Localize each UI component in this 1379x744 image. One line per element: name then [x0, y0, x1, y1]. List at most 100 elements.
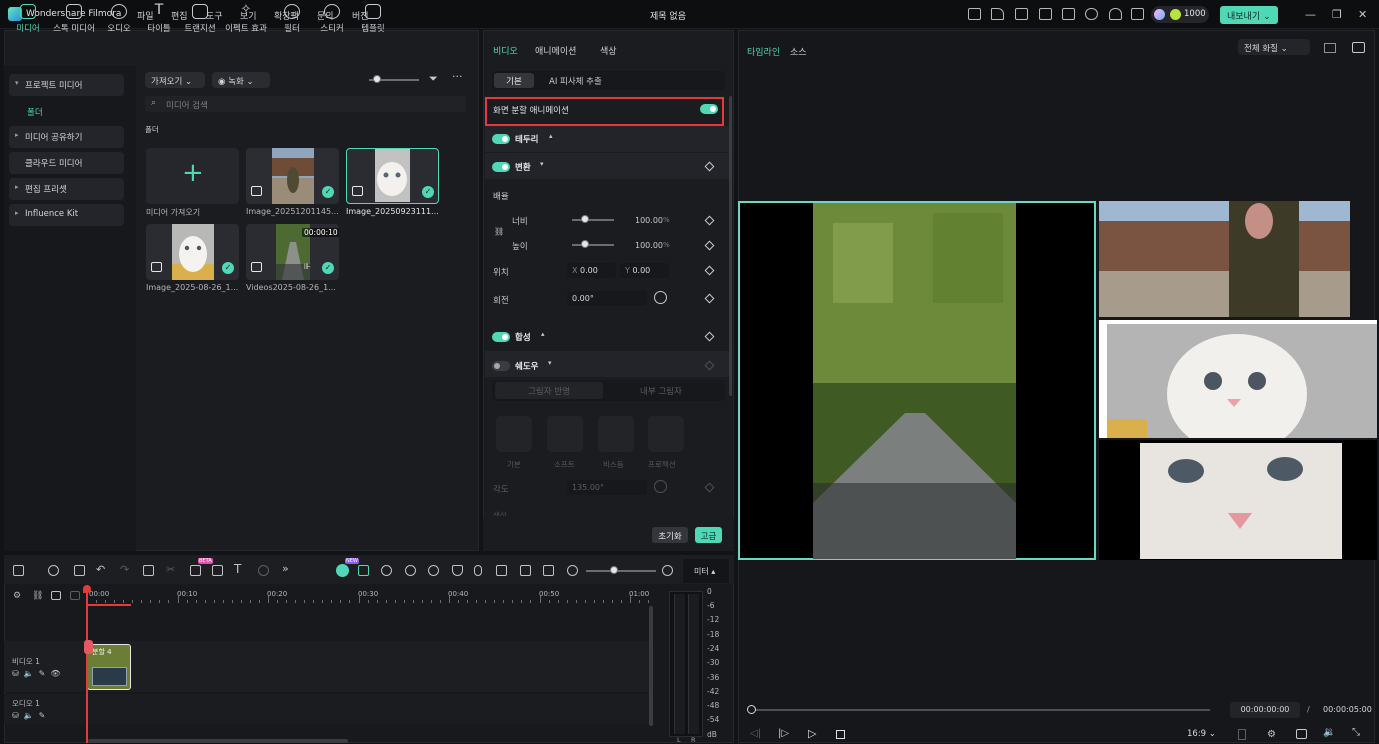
tab-animation[interactable]: 애니메이션: [535, 44, 576, 57]
restore-icon[interactable]: ❐: [1332, 8, 1342, 21]
subtab-basic[interactable]: 기본: [494, 73, 534, 88]
sidebar-item-project-media[interactable]: ▾ 프로젝트 미디어: [9, 74, 124, 96]
tab-source-preview[interactable]: 소스: [790, 45, 807, 58]
position-y-input[interactable]: Y 0.00: [620, 263, 669, 278]
pip-icon[interactable]: [51, 591, 61, 600]
rotate-dial-icon[interactable]: [654, 291, 667, 304]
shadow-oblique-preset[interactable]: [598, 416, 634, 452]
undo-icon[interactable]: ↶: [96, 563, 105, 576]
chevron-up-icon[interactable]: ▴: [549, 132, 553, 140]
media-item-4[interactable]: 00:00:10 ⊪ ✓: [246, 224, 339, 280]
more-tools-icon[interactable]: »: [282, 562, 289, 575]
save-icon[interactable]: [1062, 8, 1075, 20]
zoom-slider-knob[interactable]: [610, 566, 618, 574]
volume-icon[interactable]: 🔉: [1323, 727, 1335, 738]
notification-icon[interactable]: [1131, 8, 1144, 20]
height-value[interactable]: 100.00: [635, 241, 663, 250]
tab-media[interactable]: 미디어: [13, 4, 43, 34]
export-button[interactable]: 내보내기 ⌄: [1220, 6, 1278, 24]
add-track-icon[interactable]: [74, 565, 85, 576]
media-item-1[interactable]: ✓: [246, 148, 339, 204]
import-media-tile[interactable]: +: [146, 148, 239, 204]
tab-effects[interactable]: ✧ 이펙트 효과: [222, 3, 270, 34]
video-frame-left[interactable]: [738, 201, 1096, 560]
video-track-controls[interactable]: ⛁🔈✎👁: [12, 669, 66, 678]
chevron-down-icon[interactable]: ▾: [540, 160, 544, 168]
quality-dropdown[interactable]: 전체 화질 ⌄: [1238, 39, 1310, 55]
play-icon[interactable]: ▷: [808, 727, 816, 740]
close-icon[interactable]: ✕: [1358, 8, 1367, 21]
text-tool-icon[interactable]: T: [234, 562, 241, 576]
color-match-icon[interactable]: [381, 565, 392, 576]
track-settings-icon[interactable]: ⚙: [13, 591, 21, 601]
sidebar-item-edit-presets[interactable]: ▸ 편집 프리셋: [9, 178, 124, 200]
tab-color[interactable]: 색상: [600, 44, 617, 57]
settings-gear-icon[interactable]: ⚙: [1267, 729, 1276, 740]
transform-toggle[interactable]: [492, 162, 510, 172]
sidebar-item-folder[interactable]: 폴더: [27, 106, 43, 118]
audio-track-controls[interactable]: ⛁🔈✎: [12, 711, 50, 720]
tab-templates[interactable]: 템플릿: [360, 4, 386, 34]
playhead-knob[interactable]: [747, 705, 756, 714]
media-item-3[interactable]: ✓: [146, 224, 239, 280]
marker-icon[interactable]: [520, 565, 531, 576]
tab-transitions[interactable]: 트랜지션: [182, 4, 218, 34]
position-x-input[interactable]: X 0.00: [567, 263, 616, 278]
speed-icon[interactable]: [212, 565, 223, 576]
zoom-out-icon[interactable]: [567, 565, 578, 576]
link-icon[interactable]: ⛓: [32, 591, 43, 601]
shadow-soft-preset[interactable]: [547, 416, 583, 452]
shield-icon[interactable]: [452, 565, 463, 576]
ai-effect-icon[interactable]: [405, 565, 416, 576]
aspect-ratio-dropdown[interactable]: 16:9 ⌄: [1187, 729, 1216, 739]
tab-audio[interactable]: 오디오: [105, 4, 133, 34]
layout-grid-icon[interactable]: [13, 565, 24, 576]
rotate-input[interactable]: 0.00°: [567, 291, 647, 306]
timeline-hscroll[interactable]: [88, 739, 348, 743]
grid-view-icon[interactable]: [1324, 43, 1336, 53]
record-dropdown[interactable]: ◉ 녹화 ⌄: [212, 72, 270, 88]
tab-inner-shadow[interactable]: 내부 그림자: [640, 385, 682, 397]
reset-button[interactable]: 초기화: [652, 527, 688, 543]
credits-badge[interactable]: 1000: [1151, 6, 1209, 23]
fullscreen-icon[interactable]: ⤡: [1352, 727, 1360, 738]
audio-mixer-icon[interactable]: [496, 565, 507, 576]
ai-assistant-icon[interactable]: [336, 564, 349, 577]
inspector-scrollbar[interactable]: [729, 96, 732, 396]
mask-icon[interactable]: [258, 565, 269, 576]
media-item-2[interactable]: ✓: [346, 148, 439, 204]
headset-icon[interactable]: [1109, 8, 1122, 20]
chevron-down-icon[interactable]: ▾: [548, 359, 552, 367]
tab-filters[interactable]: 필터: [281, 4, 303, 34]
clip-keyframe-icon[interactable]: [84, 640, 93, 654]
import-dropdown[interactable]: 가져오기 ⌄: [145, 72, 205, 88]
tab-stickers[interactable]: 스티커: [318, 4, 346, 34]
microphone-icon[interactable]: [474, 565, 482, 576]
redo-icon[interactable]: ↷: [120, 563, 129, 576]
sidebar-item-cloud-media[interactable]: 클라우드 미디어: [9, 152, 124, 174]
caption-icon[interactable]: [70, 591, 80, 600]
height-slider-knob[interactable]: [581, 240, 589, 248]
tab-video[interactable]: 비디오: [493, 44, 518, 57]
link-ratio-icon[interactable]: ⛓: [494, 227, 504, 236]
filter-funnel-icon[interactable]: ⏷: [429, 72, 438, 86]
cloud-icon[interactable]: [1085, 8, 1098, 20]
split-screen-clip[interactable]: 분할 4: [87, 644, 131, 690]
stop-icon[interactable]: [836, 730, 845, 739]
meter-dropdown[interactable]: 미터 ▴: [694, 566, 715, 577]
subtab-ai-extract[interactable]: AI 피사체 추출: [549, 75, 602, 87]
auto-reframe-icon[interactable]: [428, 565, 439, 576]
shadow-toggle[interactable]: [492, 361, 510, 371]
playhead-handle[interactable]: [83, 585, 91, 593]
zoom-in-icon[interactable]: [662, 565, 673, 576]
composite-toggle[interactable]: [492, 332, 510, 342]
media-search-input[interactable]: ⌕ 미디어 검색: [145, 96, 466, 112]
sidebar-item-shared-media[interactable]: ▸ 미디어 공유하기: [9, 126, 124, 148]
scope-icon[interactable]: [1352, 42, 1365, 53]
store-icon[interactable]: [968, 8, 981, 20]
split-bottom-image[interactable]: [1099, 440, 1377, 560]
playback-progress[interactable]: [752, 709, 1210, 711]
tab-drop-shadow[interactable]: 그림자 반영: [495, 382, 603, 399]
tab-titles[interactable]: T 타이틀: [145, 3, 173, 34]
width-value[interactable]: 100.00: [635, 216, 663, 225]
